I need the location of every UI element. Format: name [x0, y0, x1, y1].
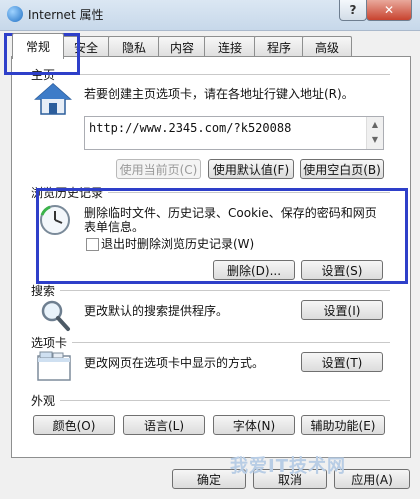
history-clock-icon	[40, 205, 70, 235]
tabs-settings-button[interactable]: 设置(T)	[301, 352, 383, 372]
delete-on-exit-checkbox[interactable]	[86, 238, 99, 251]
tab-privacy[interactable]: 隐私	[108, 36, 160, 57]
search-description: 更改默认的搜索提供程序。	[84, 304, 229, 318]
search-label: 搜索	[31, 282, 60, 299]
history-description-line2: 表单信息。	[84, 220, 145, 234]
tab-connections[interactable]: 连接	[204, 36, 256, 57]
accessibility-button[interactable]: 辅助功能(E)	[301, 415, 385, 435]
languages-button[interactable]: 语言(L)	[123, 415, 205, 435]
fonts-button[interactable]: 字体(N)	[213, 415, 295, 435]
divider	[108, 192, 390, 193]
homepage-url-input[interactable]: http://www.2345.com/?k520088 ▲ ▼	[84, 116, 384, 150]
search-settings-button[interactable]: 设置(I)	[301, 300, 383, 320]
tabs-window-icon	[37, 351, 71, 381]
tab-content[interactable]: 内容	[158, 36, 206, 57]
tabs-section-description: 更改网页在选项卡中显示的方式。	[84, 356, 265, 370]
colors-button[interactable]: 颜色(O)	[33, 415, 115, 435]
title-bar: Internet 属性 ? ✕	[0, 0, 420, 31]
divider	[60, 74, 390, 75]
history-settings-button[interactable]: 设置(S)	[301, 260, 383, 280]
scroll-down-icon[interactable]: ▼	[367, 132, 383, 147]
appearance-label: 外观	[31, 392, 60, 409]
tab-programs[interactable]: 程序	[254, 36, 304, 57]
tabs-section-label: 选项卡	[31, 334, 72, 351]
homepage-description: 若要创建主页选项卡，请在各地址行键入地址(R)。	[84, 87, 354, 101]
use-blank-button[interactable]: 使用空白页(B)	[300, 159, 384, 179]
home-icon	[34, 82, 72, 115]
use-current-button[interactable]: 使用当前页(C)	[116, 159, 201, 179]
tab-advanced[interactable]: 高级	[302, 36, 352, 57]
tab-general[interactable]: 常规	[12, 33, 64, 59]
divider	[72, 342, 390, 343]
help-button[interactable]: ?	[339, 0, 367, 21]
tab-security[interactable]: 安全	[62, 36, 110, 57]
internet-explorer-icon	[7, 6, 23, 22]
homepage-label: 主页	[31, 66, 60, 83]
window-title: Internet 属性	[28, 8, 104, 22]
delete-on-exit-label: 退出时删除浏览历史记录(W)	[101, 237, 255, 251]
use-default-button[interactable]: 使用默认值(F)	[208, 159, 294, 179]
search-icon	[41, 300, 70, 331]
divider	[60, 290, 390, 291]
close-button[interactable]: ✕	[366, 0, 412, 21]
homepage-scrollbar[interactable]: ▲ ▼	[366, 117, 383, 149]
homepage-url-value: http://www.2345.com/?k520088	[89, 121, 292, 135]
delete-history-button[interactable]: 删除(D)...	[213, 260, 295, 280]
divider	[60, 400, 390, 401]
scroll-up-icon[interactable]: ▲	[367, 117, 383, 132]
history-label: 浏览历史记录	[31, 184, 108, 201]
watermark: 我爱IT技术网	[230, 456, 346, 477]
